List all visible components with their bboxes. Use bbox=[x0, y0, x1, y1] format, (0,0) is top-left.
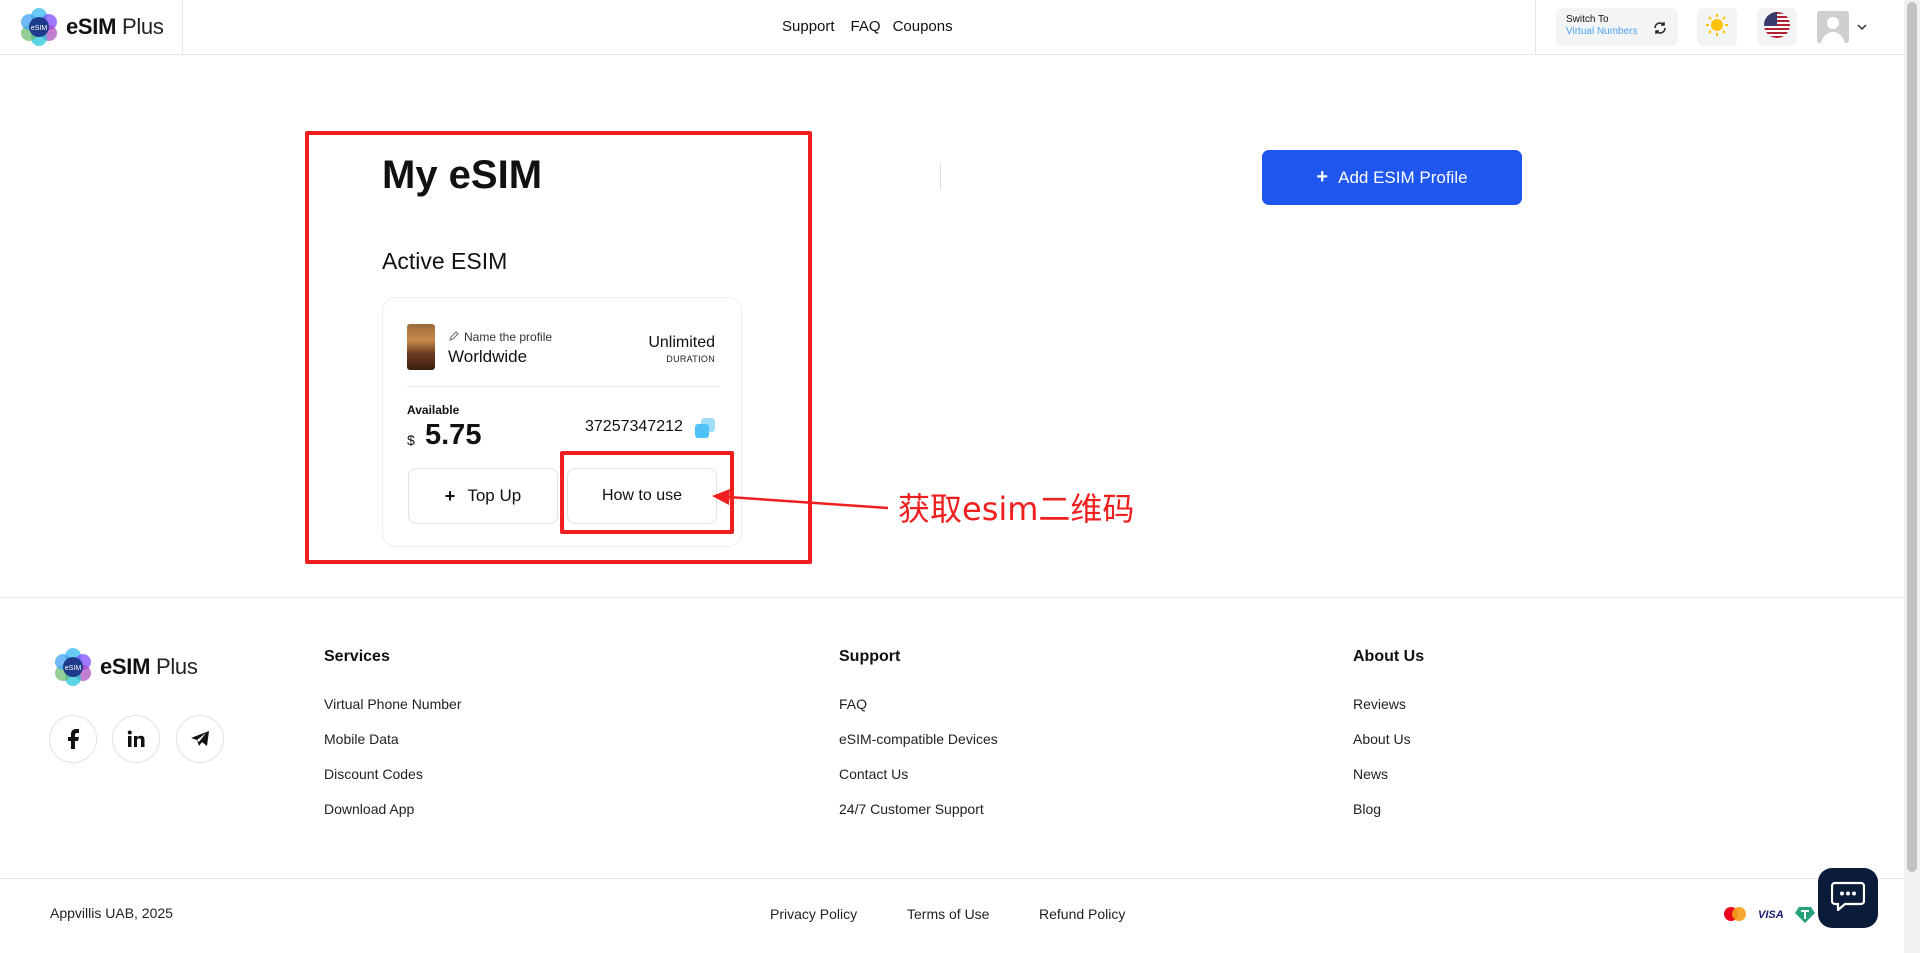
footer-column-title: Support bbox=[839, 648, 901, 665]
privacy-policy-link[interactable]: Privacy Policy bbox=[770, 906, 857, 922]
brand-name: eSIM Plus bbox=[66, 14, 164, 39]
main-nav: Support FAQ Coupons bbox=[782, 18, 953, 35]
svg-text:eSIM: eSIM bbox=[65, 665, 82, 672]
esim-logo-icon: eSIM bbox=[54, 648, 92, 686]
vertical-separator bbox=[940, 164, 941, 190]
footer-link[interactable]: News bbox=[1353, 766, 1424, 801]
linkedin-icon[interactable] bbox=[112, 715, 160, 763]
top-header: eSIM eSIM Plus Support FAQ Coupons Switc… bbox=[0, 0, 1904, 55]
chat-support-button[interactable] bbox=[1818, 868, 1878, 928]
tether-icon bbox=[1795, 906, 1815, 929]
footer-link[interactable]: eSIM-compatible Devices bbox=[839, 731, 998, 766]
scrollbar-thumb[interactable] bbox=[1907, 2, 1917, 872]
footer-link[interactable]: Blog bbox=[1353, 801, 1424, 836]
telegram-icon[interactable] bbox=[176, 715, 224, 763]
footer-column-title: Services bbox=[324, 648, 390, 665]
add-esim-label: Add ESIM Profile bbox=[1338, 167, 1468, 187]
footer-divider bbox=[0, 597, 1904, 598]
footer-link[interactable]: FAQ bbox=[839, 696, 998, 731]
mastercard-icon bbox=[1723, 906, 1747, 927]
chat-bubble-icon bbox=[1830, 881, 1866, 916]
footer-link[interactable]: Mobile Data bbox=[324, 731, 461, 766]
footer-column-about: About Us Reviews About Us News Blog bbox=[1353, 648, 1424, 836]
annotation-box-card bbox=[305, 131, 812, 564]
nav-support[interactable]: Support bbox=[782, 18, 835, 35]
footer-link[interactable]: Reviews bbox=[1353, 696, 1424, 731]
esim-logo-icon: eSIM bbox=[20, 8, 58, 46]
header-divider bbox=[182, 0, 183, 54]
refund-policy-link[interactable]: Refund Policy bbox=[1039, 906, 1125, 922]
terms-of-use-link[interactable]: Terms of Use bbox=[907, 906, 989, 922]
svg-text:eSIM: eSIM bbox=[31, 25, 48, 32]
copyright: Appvillis UAB, 2025 bbox=[50, 905, 173, 921]
footer-column-support: Support FAQ eSIM-compatible Devices Cont… bbox=[839, 648, 998, 836]
footer-link[interactable]: 24/7 Customer Support bbox=[839, 801, 998, 836]
footer-link[interactable]: Virtual Phone Number bbox=[324, 696, 461, 731]
brand-name: eSIM Plus bbox=[100, 654, 198, 679]
annotation-text: 获取esim二维码 bbox=[898, 490, 1135, 528]
add-esim-profile-button[interactable]: + Add ESIM Profile bbox=[1262, 150, 1522, 205]
footer-link[interactable]: Contact Us bbox=[839, 766, 998, 801]
switch-to-virtual-numbers-button[interactable]: Switch To Virtual Numbers bbox=[1556, 8, 1678, 46]
footer-bottom-divider bbox=[0, 878, 1904, 879]
footer-link[interactable]: Discount Codes bbox=[324, 766, 461, 801]
visa-icon: VISA bbox=[1758, 909, 1784, 921]
language-button[interactable] bbox=[1757, 8, 1797, 46]
theme-toggle-button[interactable] bbox=[1697, 8, 1737, 46]
footer-link[interactable]: About Us bbox=[1353, 731, 1424, 766]
sun-icon bbox=[1705, 13, 1729, 42]
annotation-box-button bbox=[560, 451, 734, 534]
header-logo[interactable]: eSIM eSIM Plus bbox=[20, 8, 164, 46]
footer-column-services: Services Virtual Phone Number Mobile Dat… bbox=[324, 648, 461, 836]
nav-faq[interactable]: FAQ bbox=[851, 18, 881, 35]
chevron-down-icon[interactable] bbox=[1856, 20, 1868, 38]
refresh-icon bbox=[1652, 20, 1668, 41]
footer-logo[interactable]: eSIM eSIM Plus bbox=[54, 648, 198, 686]
footer-link[interactable]: Download App bbox=[324, 801, 461, 836]
facebook-icon[interactable] bbox=[49, 715, 97, 763]
us-flag-icon bbox=[1764, 11, 1790, 43]
footer-column-title: About Us bbox=[1353, 648, 1425, 665]
user-avatar[interactable] bbox=[1817, 11, 1849, 43]
nav-coupons[interactable]: Coupons bbox=[893, 18, 953, 35]
plus-icon: + bbox=[1316, 166, 1329, 188]
header-divider bbox=[1535, 0, 1536, 54]
